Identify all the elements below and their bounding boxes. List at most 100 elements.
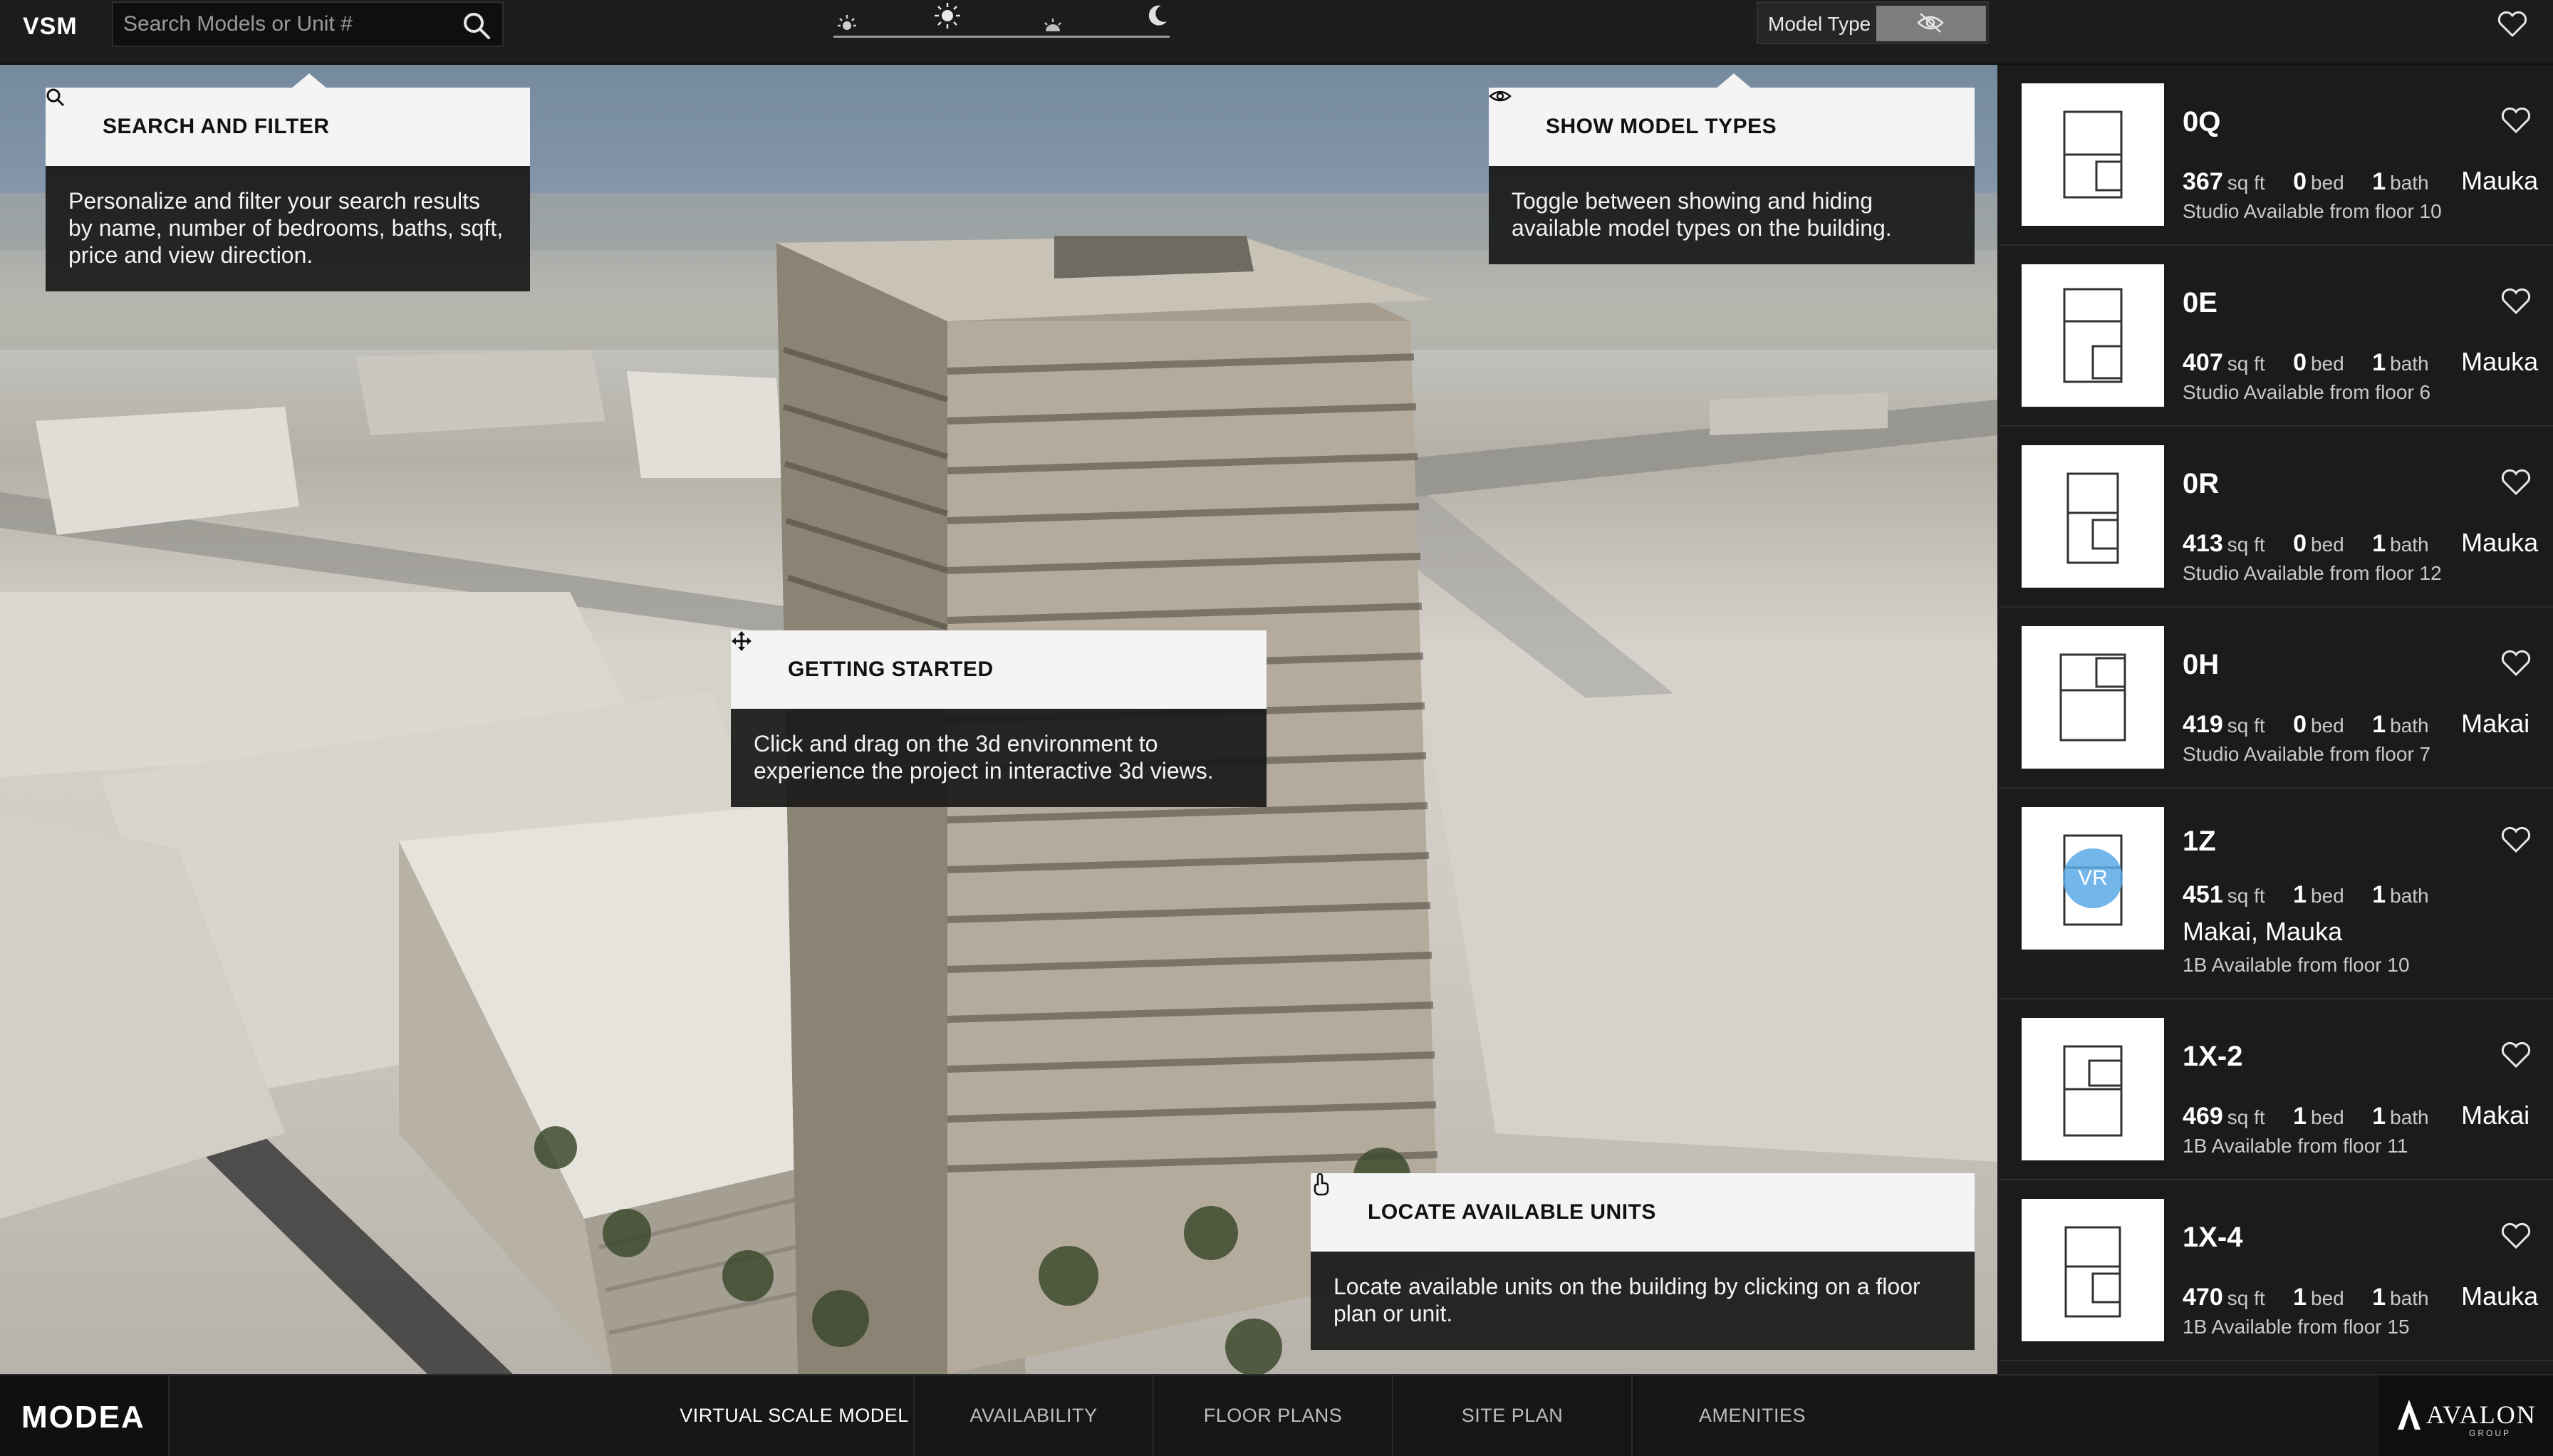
nav-floor-plans[interactable]: FLOOR PLANS	[1154, 1376, 1393, 1456]
bed-label: bed	[2311, 1287, 2344, 1309]
model-type-control[interactable]: Model Type	[1757, 1, 1989, 44]
avalon-logo-text: AVALON	[2426, 1400, 2537, 1429]
bath-label: bath	[2390, 714, 2429, 737]
moon-icon[interactable]	[1144, 3, 1170, 28]
bed-label: bed	[2311, 353, 2344, 375]
nav-availability[interactable]: AVAILABILITY	[915, 1376, 1154, 1456]
bath-label: bath	[2390, 1287, 2429, 1309]
bed-label: bed	[2311, 885, 2344, 907]
search-icon[interactable]	[462, 11, 491, 40]
pointer-hand-icon	[1314, 1173, 1356, 1224]
unit-card[interactable]: 1X-4 470 sq ft 1 bed 1 bath Mauka 1B Availa…	[1999, 1180, 2553, 1361]
sqft-label: sq ft	[2227, 1287, 2265, 1309]
unit-card[interactable]: 0R 413 sq ft 0 bed 1 bath Mauka Studio Avai…	[1999, 427, 2553, 608]
floorplan-thumbnail[interactable]	[2022, 445, 2164, 588]
nav-virtual-scale-model[interactable]: VIRTUAL SCALE MODEL	[675, 1376, 915, 1456]
floorplan-thumbnail[interactable]	[2022, 626, 2164, 769]
nav-site-plan[interactable]: SITE PLAN	[1393, 1376, 1633, 1456]
unit-stats: 413 sq ft 0 bed 1 bath Mauka	[2183, 528, 2538, 558]
unit-card[interactable]: 0E 407 sq ft 0 bed 1 bath Mauka Studio Avai…	[1999, 246, 2553, 427]
sun-icon[interactable]	[933, 1, 962, 30]
nav-amenities[interactable]: AMENITIES	[1633, 1376, 1872, 1456]
3d-environment-view[interactable]: SEARCH AND FILTER Personalize and filter…	[0, 65, 1997, 1374]
unit-baths: 1	[2372, 349, 2386, 376]
time-slider-track[interactable]	[833, 36, 1170, 38]
floorplan-thumbnail[interactable]	[2022, 264, 2164, 407]
floorplan-thumbnail[interactable]: VR	[2022, 807, 2164, 950]
unit-availability: Studio Available from floor 12	[2183, 562, 2442, 584]
tooltip-title: SHOW MODEL TYPES	[1546, 115, 1777, 138]
floorplan-thumbnail[interactable]	[2022, 1199, 2164, 1341]
unit-sqft: 367	[2183, 168, 2223, 195]
model-type-label: Model Type	[1768, 13, 1871, 35]
unit-view: Mauka	[2461, 1281, 2539, 1311]
model-type-toggle[interactable]	[1876, 6, 1986, 41]
unit-availability: 1B Available from floor 10	[2183, 954, 2410, 976]
modea-logo[interactable]: MODEA	[0, 1376, 170, 1456]
unit-sqft: 407	[2183, 349, 2223, 376]
unit-beds: 0	[2293, 168, 2307, 195]
unit-name[interactable]: 1X-2	[2183, 1041, 2243, 1073]
unit-name[interactable]: 0H	[2183, 649, 2219, 681]
move-icon	[732, 631, 776, 682]
modea-logo-text: MODEA	[21, 1400, 145, 1435]
favorite-heart-icon[interactable]	[2500, 287, 2532, 316]
floorplan-thumbnail[interactable]	[2022, 1018, 2164, 1160]
sqft-label: sq ft	[2227, 172, 2265, 194]
unit-card[interactable]: 0H 419 sq ft 0 bed 1 bath Makai Studio Avai…	[1999, 608, 2553, 789]
search-box[interactable]	[112, 1, 504, 47]
favorite-heart-icon[interactable]	[2500, 826, 2532, 854]
unit-view: Mauka	[2461, 528, 2539, 557]
sunset-icon[interactable]	[1041, 14, 1064, 37]
unit-baths: 1	[2372, 1284, 2386, 1311]
tooltip-search-filter: SEARCH AND FILTER Personalize and filter…	[46, 73, 530, 291]
favorite-heart-icon[interactable]	[2500, 1041, 2532, 1069]
favorite-heart-icon[interactable]	[2500, 649, 2532, 677]
unit-availability: 1B Available from floor 11	[2183, 1135, 2408, 1157]
app-logo[interactable]: VSM	[23, 13, 78, 41]
bottom-nav-bar: MODEA VIRTUAL SCALE MODEL AVAILABILITY F…	[0, 1374, 2553, 1456]
unit-stats: 419 sq ft 0 bed 1 bath Makai	[2183, 709, 2529, 739]
unit-name[interactable]: 1Z	[2183, 826, 2216, 858]
time-of-day-slider[interactable]	[833, 0, 1170, 43]
unit-baths: 1	[2372, 168, 2386, 195]
favorite-heart-icon[interactable]	[2500, 468, 2532, 496]
unit-view: Mauka	[2461, 166, 2539, 195]
avalon-group-logo: AVALON GROUP	[2379, 1376, 2553, 1456]
tooltip-arrow	[291, 73, 328, 89]
bed-label: bed	[2311, 534, 2344, 556]
unit-name[interactable]: 1X-4	[2183, 1222, 2243, 1254]
unit-view: Makai, Mauka	[2183, 917, 2343, 946]
unit-card[interactable]: VR 1Z 451 sq ft 1 bed 1 bath Makai, Mauka 1…	[1999, 789, 2553, 999]
favorites-heart-icon[interactable]	[2497, 10, 2528, 38]
unit-beds: 1	[2293, 881, 2307, 908]
bath-label: bath	[2390, 534, 2429, 556]
bath-label: bath	[2390, 172, 2429, 194]
tooltip-title: SEARCH AND FILTER	[103, 115, 330, 138]
unit-stats: 469 sq ft 1 bed 1 bath Makai	[2183, 1101, 2529, 1130]
unit-baths: 1	[2372, 1103, 2386, 1130]
sunrise-icon[interactable]	[835, 11, 859, 36]
bath-label: bath	[2390, 353, 2429, 375]
main-nav: VIRTUAL SCALE MODEL AVAILABILITY FLOOR P…	[675, 1376, 1872, 1456]
unit-view: Mauka	[2461, 347, 2539, 376]
unit-beds: 0	[2293, 711, 2307, 738]
unit-name[interactable]: 0Q	[2183, 106, 2220, 138]
tooltip-locate-units: LOCATE AVAILABLE UNITS Locate available …	[1311, 1173, 1975, 1350]
tooltip-getting-started: GETTING STARTED Click and drag on the 3d…	[731, 630, 1267, 807]
unit-baths: 1	[2372, 881, 2386, 908]
unit-stats: 407 sq ft 0 bed 1 bath Mauka	[2183, 347, 2538, 377]
unit-availability: Studio Available from floor 10	[2183, 200, 2442, 222]
unit-name[interactable]: 0R	[2183, 468, 2219, 500]
favorite-heart-icon[interactable]	[2500, 106, 2532, 135]
unit-stats: 367 sq ft 0 bed 1 bath Mauka	[2183, 166, 2538, 196]
unit-card[interactable]: 0Q 367 sq ft 0 bed 1 bath Mauka Studio Avai…	[1999, 65, 2553, 246]
sqft-label: sq ft	[2227, 534, 2265, 556]
unit-list-panel[interactable]: 0Q 367 sq ft 0 bed 1 bath Mauka Studio Avai…	[1999, 65, 2553, 1374]
vr-badge[interactable]: VR	[2063, 848, 2123, 908]
unit-name[interactable]: 0E	[2183, 287, 2217, 319]
favorite-heart-icon[interactable]	[2500, 1222, 2532, 1250]
unit-card[interactable]: 1X-2 469 sq ft 1 bed 1 bath Makai 1B Availa…	[1999, 999, 2553, 1180]
search-input[interactable]	[123, 3, 458, 46]
floorplan-thumbnail[interactable]	[2022, 83, 2164, 226]
